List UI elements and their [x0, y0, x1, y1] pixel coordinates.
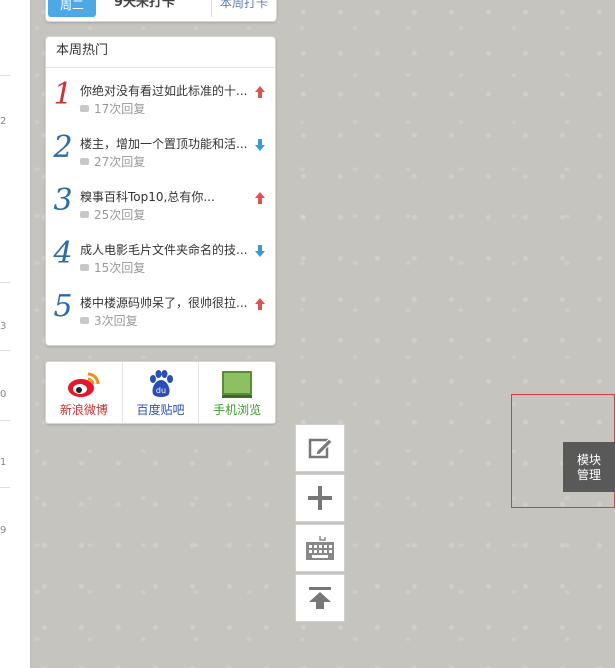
manage-label-line2: 管理 [576, 468, 601, 482]
divider [0, 282, 10, 283]
trend-up-icon [255, 192, 265, 204]
left-number: 2 [0, 116, 7, 127]
edit-icon [308, 438, 333, 459]
left-number: 1 [0, 457, 7, 468]
panel-title: 本周热门 [46, 37, 275, 68]
share-bar: 新浪微博 du 百度贴吧 手机浏览 [45, 361, 276, 424]
reply-count: 25次回复 [80, 206, 145, 223]
manage-label-line1: 模块 [576, 453, 601, 467]
module-manage-button[interactable]: 模块 管理 [563, 442, 615, 492]
thread-title-link[interactable]: 你绝对没有看过如此标准的十... [80, 82, 250, 99]
trend-down-icon [255, 139, 265, 151]
checkin-tabs: 周二 9天未打卡 本周打卡 [45, 0, 277, 22]
divider [0, 350, 10, 351]
share-label: 手机浏览 [213, 403, 262, 417]
trend-down-icon [255, 245, 265, 257]
checkin-status: 9天未打卡 [114, 0, 176, 10]
back-to-top-button[interactable] [295, 574, 345, 622]
trend-up-icon [255, 298, 265, 310]
comment-icon [80, 317, 89, 324]
reply-count-text: 3次回复 [94, 314, 138, 328]
tab-day[interactable]: 周二 [48, 0, 96, 17]
share-baidu-tieba[interactable]: du 百度贴吧 [123, 362, 200, 423]
left-number: 0 [0, 389, 7, 400]
weekly-hot-panel: 本周热门 1 你绝对没有看过如此标准的十... 17次回复 2 楼主，增加一个置顶功能和… [45, 36, 276, 346]
reply-count-text: 27次回复 [94, 155, 146, 169]
keyboard-button[interactable] [295, 524, 345, 572]
list-item[interactable]: 1 你绝对没有看过如此标准的十... 17次回复 [46, 75, 275, 128]
thread-title-link[interactable]: 糗事百科Top10,总有你... [80, 188, 250, 205]
rank-number: 2 [53, 130, 73, 165]
rank-number: 3 [53, 183, 73, 218]
share-label: 新浪微博 [59, 403, 108, 417]
list-item[interactable]: 3 糗事百科Top10,总有你... 25次回复 [46, 181, 275, 234]
plus-icon [308, 486, 332, 510]
share-mobile[interactable]: 手机浏览 [199, 362, 275, 423]
comment-icon [80, 264, 89, 271]
comment-icon [80, 158, 89, 165]
reply-count-text: 15次回复 [94, 261, 146, 275]
list-item[interactable]: 2 楼主，增加一个置顶功能和活... 27次回复 [46, 128, 275, 181]
comment-icon [80, 105, 89, 112]
rank-number: 4 [53, 236, 73, 271]
left-number: 9 [0, 525, 7, 536]
rank-number: 1 [53, 77, 73, 112]
thread-title-link[interactable]: 成人电影毛片文件夹命名的技... [80, 241, 250, 258]
reply-count: 15次回复 [80, 259, 145, 276]
mobile-screen-icon [222, 371, 253, 398]
thread-title-link[interactable]: 楼主，增加一个置顶功能和活... [80, 135, 250, 152]
keyboard-icon [306, 536, 334, 560]
list-item[interactable]: 4 成人电影毛片文件夹命名的技... 15次回复 [46, 234, 275, 287]
svg-text:du: du [155, 386, 165, 395]
left-content-strip: 2 3 0 1 9 [0, 0, 31, 668]
divider [0, 420, 10, 421]
reply-count-text: 17次回复 [94, 102, 146, 116]
list-item[interactable]: 5 楼中楼源码帅呆了，很帅很拉... 3次回复 [46, 287, 275, 340]
baidu-paw-icon: du [149, 370, 173, 397]
floating-toolbar [295, 424, 345, 624]
reply-count: 27次回复 [80, 153, 145, 170]
reply-count-text: 25次回复 [94, 208, 146, 222]
add-button[interactable] [295, 474, 345, 522]
tab-week-checkin[interactable]: 本周打卡 [211, 0, 276, 17]
share-label: 百度贴吧 [136, 403, 185, 417]
share-weibo[interactable]: 新浪微博 [46, 362, 123, 423]
divider [0, 487, 10, 488]
weibo-icon [67, 372, 100, 397]
thread-title-link[interactable]: 楼中楼源码帅呆了，很帅很拉... [80, 294, 250, 311]
reply-count: 3次回复 [80, 312, 138, 329]
left-number: 3 [0, 321, 7, 332]
reply-count: 17次回复 [80, 100, 145, 117]
rank-number: 5 [53, 289, 73, 324]
back-to-top-icon [309, 587, 331, 609]
trend-up-icon [255, 86, 265, 98]
post-button[interactable] [295, 424, 345, 472]
divider [0, 75, 10, 76]
comment-icon [80, 211, 89, 218]
